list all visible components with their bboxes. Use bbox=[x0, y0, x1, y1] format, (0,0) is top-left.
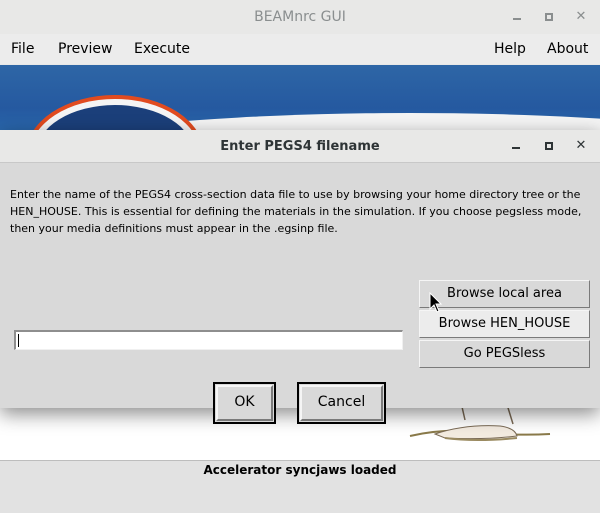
dialog-maximize-icon[interactable] bbox=[541, 138, 557, 154]
menu-about[interactable]: About bbox=[547, 34, 588, 64]
menu-preview[interactable]: Preview bbox=[58, 34, 113, 64]
menu-file[interactable]: File bbox=[11, 34, 34, 64]
ok-button[interactable]: OK bbox=[213, 382, 276, 424]
dialog-titlebar: Enter PEGS4 filename ✕ bbox=[0, 130, 600, 163]
ok-button-label: OK bbox=[216, 385, 273, 421]
dialog-minimize-icon[interactable] bbox=[508, 138, 524, 154]
menubar: File Preview Execute Help About bbox=[0, 34, 600, 64]
minimize-icon[interactable] bbox=[509, 9, 525, 25]
cancel-button-label: Cancel bbox=[300, 385, 383, 421]
close-icon[interactable]: ✕ bbox=[573, 9, 589, 25]
text-caret bbox=[18, 334, 19, 347]
pegs4-dialog: Enter PEGS4 filename ✕ Enter the name of… bbox=[0, 130, 600, 424]
dialog-message: Enter the name of the PEGS4 cross-sectio… bbox=[10, 188, 582, 235]
menu-execute[interactable]: Execute bbox=[134, 34, 190, 64]
browse-henhouse-button[interactable]: Browse HEN_HOUSE bbox=[419, 310, 590, 338]
maximize-icon[interactable] bbox=[541, 9, 557, 25]
status-bar: Accelerator syncjaws loaded bbox=[0, 460, 600, 513]
cancel-button[interactable]: Cancel bbox=[297, 382, 386, 424]
main-titlebar: BEAMnrc GUI ✕ bbox=[0, 0, 600, 34]
pegs4-filename-input[interactable] bbox=[14, 330, 403, 350]
status-text: Accelerator syncjaws loaded bbox=[203, 463, 397, 477]
go-pegsless-button[interactable]: Go PEGSless bbox=[419, 340, 590, 368]
browse-local-button[interactable]: Browse local area bbox=[419, 280, 590, 308]
mouse-pointer-icon bbox=[429, 292, 443, 313]
menu-help[interactable]: Help bbox=[494, 34, 526, 64]
dialog-close-icon[interactable]: ✕ bbox=[573, 138, 589, 154]
dialog-body: Enter the name of the PEGS4 cross-sectio… bbox=[0, 164, 600, 424]
banner-image bbox=[0, 65, 600, 137]
